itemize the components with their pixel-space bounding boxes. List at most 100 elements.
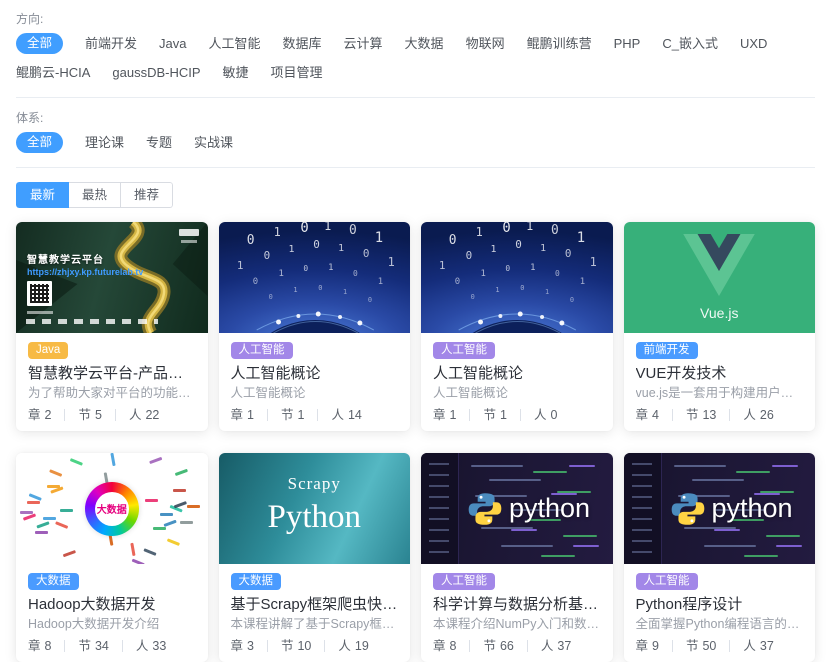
course-grid: 智慧教学云平台 https://zhjxy.kp.futurelab.tv Ja…: [16, 222, 815, 662]
course-cover-image: python: [624, 453, 816, 564]
svg-text:1: 1: [439, 259, 446, 272]
course-cover-image: Scrapy Python: [219, 453, 411, 564]
cover-scrapy-label: Scrapy: [219, 474, 411, 494]
system-filter-label: 体系:: [16, 109, 815, 126]
filter-tag-topic[interactable]: 专题: [146, 133, 172, 153]
filter-tag-php[interactable]: PHP: [614, 34, 641, 54]
filter-tag-all-active[interactable]: 全部: [16, 132, 63, 153]
sort-tab-recommended[interactable]: 推荐: [121, 182, 173, 208]
svg-text:1: 1: [476, 225, 483, 239]
svg-text:1: 1: [387, 255, 394, 269]
svg-text:1: 1: [338, 243, 344, 254]
course-category-tag: 前端开发: [636, 342, 698, 359]
course-title: 科学计算与数据分析基础(Pyth...: [433, 595, 601, 614]
svg-text:1: 1: [288, 244, 294, 255]
course-card[interactable]: 01 01 01 10 10 10 10 10 10 10 10 10: [421, 222, 613, 431]
filter-tag-all-active[interactable]: 全部: [16, 33, 63, 54]
course-stats: 章1 节1 人14: [231, 407, 399, 423]
filter-tag-agile[interactable]: 敏捷: [223, 63, 249, 83]
stat-sections: 节66: [483, 638, 513, 654]
course-card[interactable]: Scrapy Python 大数据 基于Scrapy框架爬虫快速开发(... 本…: [219, 453, 411, 662]
course-title: 基于Scrapy框架爬虫快速开发(...: [231, 595, 399, 614]
course-title: 智慧教学云平台-产品介绍: [28, 364, 196, 383]
course-cover-image: 大数据: [16, 453, 208, 564]
filter-tag-ai[interactable]: 人工智能: [209, 34, 261, 54]
sort-tab-latest[interactable]: 最新: [16, 182, 69, 208]
svg-text:1: 1: [293, 286, 297, 294]
cover-logo-badge: [179, 229, 199, 236]
qr-caption: [27, 311, 53, 314]
filter-tag-practice[interactable]: 实战课: [194, 133, 233, 153]
svg-text:1: 1: [324, 222, 331, 233]
stat-chapters: 章8: [433, 638, 456, 654]
cover-python-label: Python: [219, 499, 411, 536]
course-card[interactable]: 01 01 01 10 10 10 10 10 10 10 10 10: [219, 222, 411, 431]
filter-tag-java[interactable]: Java: [159, 34, 186, 54]
course-card-body: 人工智能 人工智能概论 人工智能概论 章1 节1 人0: [421, 333, 613, 431]
svg-text:0: 0: [520, 284, 524, 292]
stat-people: 人22: [129, 407, 159, 423]
svg-text:1: 1: [490, 244, 496, 255]
filter-tag-gaussdb-hcip[interactable]: gaussDB-HCIP: [112, 63, 200, 83]
course-card-body: 人工智能 Python程序设计 全面掌握Python编程语言的基本语... 章9…: [624, 564, 816, 662]
svg-text:0: 0: [362, 247, 369, 260]
filter-tag-kunpeng-camp[interactable]: 鲲鹏训练营: [527, 34, 592, 54]
course-catalog-page: 方向: 全部 前端开发 Java 人工智能 数据库 云计算 大数据 物联网 鲲鹏…: [0, 0, 831, 662]
svg-text:1: 1: [580, 277, 585, 287]
code-lines-graphic: [674, 465, 726, 467]
course-cover-image: python: [421, 453, 613, 564]
course-card[interactable]: python 人工智能 Python程序设计 全面掌握Python编程语言的基本…: [624, 453, 816, 662]
filter-tag-database[interactable]: 数据库: [283, 34, 322, 54]
stat-separator: [267, 409, 268, 421]
filter-tag-theory[interactable]: 理论课: [85, 133, 124, 153]
stat-separator: [115, 409, 116, 421]
svg-text:0: 0: [565, 247, 572, 260]
course-title: 人工智能概论: [433, 364, 601, 383]
stat-separator: [469, 409, 470, 421]
filter-tag-iot[interactable]: 物联网: [466, 34, 505, 54]
svg-text:1: 1: [495, 286, 499, 294]
direction-filter-label: 方向:: [16, 10, 815, 27]
sort-tab-hottest[interactable]: 最热: [69, 182, 121, 208]
filter-tag-cloud[interactable]: 云计算: [344, 34, 383, 54]
system-filter-tags: 全部 理论课 专题 实战课: [16, 132, 815, 153]
course-category-tag: 人工智能: [231, 342, 293, 359]
course-card[interactable]: Vue.js 前端开发 VUE开发技术 vue.js是一套用于构建用户界面的..…: [624, 222, 816, 431]
course-stats: 章1 节1 人0: [433, 407, 601, 423]
svg-text:1: 1: [377, 277, 382, 287]
digital-globe-graphic: 01 01 01 10 10 10 10 10 10 10 10 10: [421, 222, 613, 333]
course-card-body: 人工智能 科学计算与数据分析基础(Pyth... 本课程介绍NumPy入门和数据…: [421, 564, 613, 662]
course-card-body: 大数据 基于Scrapy框架爬虫快速开发(... 本课程讲解了基于Scrapy框…: [219, 564, 411, 662]
svg-text:1: 1: [540, 243, 546, 254]
svg-text:1: 1: [328, 263, 333, 273]
filter-tag-kunpeng-hcia[interactable]: 鲲鹏云-HCIA: [16, 63, 90, 83]
stat-sections: 节1: [281, 407, 304, 423]
filter-tag-project-mgmt[interactable]: 项目管理: [271, 63, 323, 83]
stat-people: 人14: [331, 407, 361, 423]
course-card[interactable]: python 人工智能 科学计算与数据分析基础(Pyth... 本课程介绍Num…: [421, 453, 613, 662]
svg-text:0: 0: [570, 296, 574, 304]
cover-url-text: https://zhjxy.kp.futurelab.tv: [27, 267, 143, 277]
svg-text:1: 1: [481, 269, 486, 279]
filter-tag-uxd[interactable]: UXD: [740, 34, 767, 54]
course-card-body: 人工智能 人工智能概论 人工智能概论 章1 节1 人14: [219, 333, 411, 431]
filter-tag-frontend[interactable]: 前端开发: [85, 34, 137, 54]
digital-globe-graphic: 01 01 01 10 10 10 10 10 10 10 10 10: [219, 222, 411, 333]
stat-separator: [469, 640, 470, 652]
python-wordmark: python: [712, 493, 793, 524]
filter-tag-bigdata[interactable]: 大数据: [405, 34, 444, 54]
stat-chapters: 章1: [433, 407, 456, 423]
course-stats: 章8 节66 人37: [433, 638, 601, 654]
svg-text:0: 0: [449, 233, 457, 248]
code-lines-graphic: [471, 465, 523, 467]
stat-chapters: 章4: [636, 407, 659, 423]
course-card[interactable]: 智慧教学云平台 https://zhjxy.kp.futurelab.tv Ja…: [16, 222, 208, 431]
course-description: 本课程讲解了基于Scrapy框架爬虫...: [231, 616, 399, 632]
svg-text:0: 0: [303, 264, 308, 273]
course-description: vue.js是一套用于构建用户界面的...: [636, 385, 804, 401]
filter-tag-embedded[interactable]: C_嵌入式: [662, 34, 718, 54]
editor-sidebar-graphic: [421, 453, 459, 564]
svg-text:0: 0: [246, 233, 254, 248]
course-card[interactable]: 大数据 大数据 Hadoop大数据开发 Hadoop大数据开发介绍 章8 节34…: [16, 453, 208, 662]
course-cover-image: 智慧教学云平台 https://zhjxy.kp.futurelab.tv: [16, 222, 208, 333]
